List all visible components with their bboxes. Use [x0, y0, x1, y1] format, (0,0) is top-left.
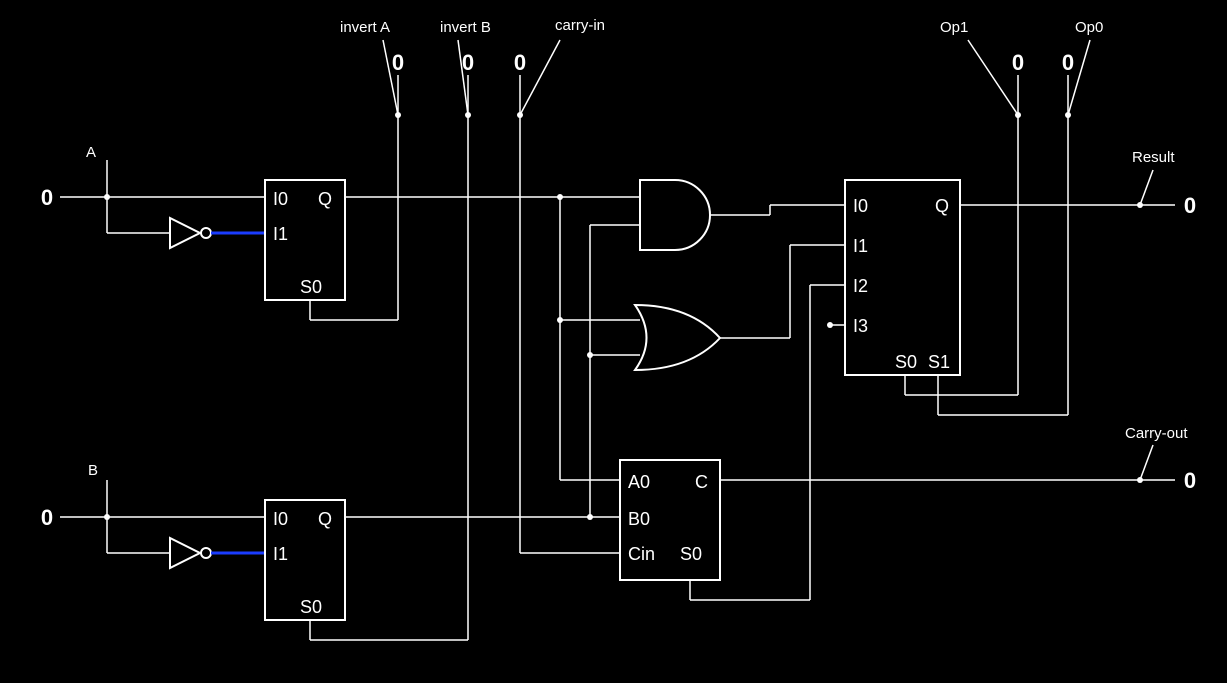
label-Result: Result	[1132, 149, 1175, 166]
muxB-s0: S0	[300, 597, 322, 617]
value-A[interactable]: 0	[41, 185, 53, 210]
label-op0: Op0	[1075, 19, 1103, 36]
value-B[interactable]: 0	[41, 505, 53, 530]
value-invertB[interactable]: 0	[462, 50, 474, 75]
and-gate	[640, 180, 710, 250]
muxA-i0: I0	[273, 189, 288, 209]
label-B: B	[88, 462, 98, 479]
muxO-i1: I1	[853, 236, 868, 256]
mux-out: I0 I1 I2 I3 S0 S1 Q	[845, 180, 960, 375]
muxO-i2: I2	[853, 276, 868, 296]
muxB-i1: I1	[273, 544, 288, 564]
not-gate-A	[170, 218, 211, 248]
muxO-i0: I0	[853, 196, 868, 216]
muxA-q: Q	[318, 189, 332, 209]
label-carryIn: carry-in	[555, 17, 605, 34]
or-gate	[635, 305, 720, 370]
adder-s0: S0	[680, 544, 702, 564]
muxB-q: Q	[318, 509, 332, 529]
value-op1[interactable]: 0	[1012, 50, 1024, 75]
mux-B: I0 I1 S0 Q	[265, 500, 345, 620]
value-CarryOut: 0	[1184, 468, 1196, 493]
value-Result: 0	[1184, 193, 1196, 218]
adder-cin: Cin	[628, 544, 655, 564]
adder-b0: B0	[628, 509, 650, 529]
muxO-i3: I3	[853, 316, 868, 336]
label-invertB: invert B	[440, 19, 491, 36]
not-gate-B	[170, 538, 211, 568]
label-CarryOut: Carry-out	[1125, 425, 1188, 442]
adder-c: C	[695, 472, 708, 492]
adder: A0 B0 Cin C S0	[620, 460, 720, 580]
muxO-q: Q	[935, 196, 949, 216]
label-invertA: invert A	[340, 19, 390, 36]
muxO-s0: S0	[895, 352, 917, 372]
value-op0[interactable]: 0	[1062, 50, 1074, 75]
mux-A: I0 I1 S0 Q	[265, 180, 345, 300]
adder-a0: A0	[628, 472, 650, 492]
label-op1: Op1	[940, 19, 968, 36]
value-invertA[interactable]: 0	[392, 50, 404, 75]
muxA-i1: I1	[273, 224, 288, 244]
value-carryIn[interactable]: 0	[514, 50, 526, 75]
muxA-s0: S0	[300, 277, 322, 297]
label-A: A	[86, 144, 96, 161]
muxO-s1: S1	[928, 352, 950, 372]
muxB-i0: I0	[273, 509, 288, 529]
